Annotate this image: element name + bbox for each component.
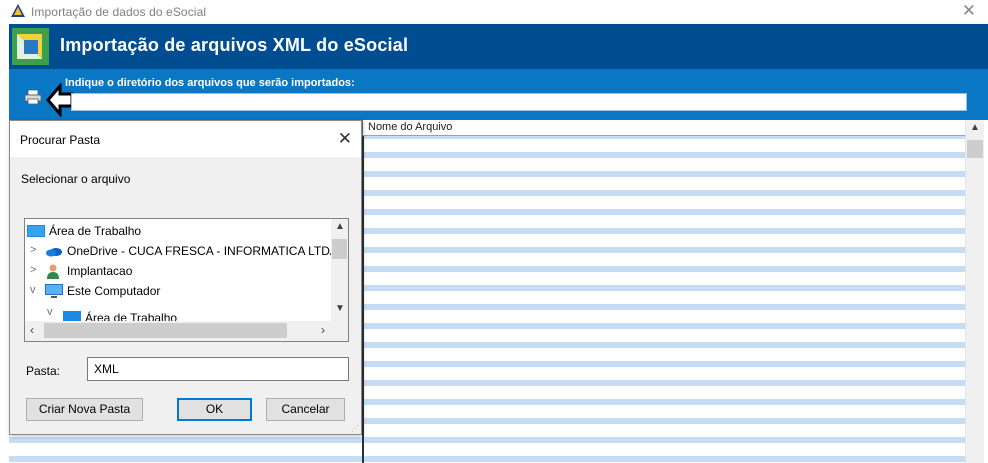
onedrive-cloud-icon: [46, 248, 62, 257]
scroll-down-arrow-icon[interactable]: ▼: [335, 303, 345, 314]
browse-folder-dialog: Procurar Pasta ✕ Selecionar o arquivo Ár…: [9, 120, 362, 435]
scroll-right-arrow-icon[interactable]: ›: [321, 323, 325, 337]
arrow-left-icon: [46, 83, 74, 117]
computer-icon: [45, 284, 63, 298]
user-folder-icon: [47, 264, 59, 279]
page-title: Importação de arquivos XML do eSocial: [60, 35, 409, 55]
app-header: Importação de arquivos XML do eSocial: [9, 24, 988, 69]
window-close-icon[interactable]: ✕: [962, 1, 976, 21]
dialog-title: Procurar Pasta: [20, 133, 101, 147]
tree-item-computer[interactable]: v Este Computador: [25, 281, 331, 301]
scroll-thumb[interactable]: [44, 323, 287, 338]
desktop-icon: [27, 225, 45, 237]
column-divider: [362, 136, 364, 463]
tree-item-label: Área de Trabalho: [49, 224, 142, 238]
grid-header: Nome do Arquivo: [362, 120, 965, 136]
tree-item-label: Área de Trabalho: [85, 311, 178, 321]
app-triangle-icon: [11, 4, 25, 17]
folder-tree[interactable]: Área de Trabalho > OneDrive - CUCA FRESC…: [24, 218, 349, 342]
new-folder-button[interactable]: Criar Nova Pasta: [26, 398, 143, 421]
folder-name-input[interactable]: [87, 357, 349, 381]
tree-item-desktop-sub[interactable]: v Área de Trabalho: [25, 303, 331, 321]
window-title: Importação de dados do eSocial: [31, 5, 207, 19]
printer-icon[interactable]: [25, 90, 41, 104]
expand-chevron-icon[interactable]: >: [30, 244, 36, 256]
directory-input[interactable]: [71, 93, 967, 111]
grid-vertical-scrollbar[interactable]: ▲: [965, 120, 984, 463]
tree-item-implantacao[interactable]: > Implantacao: [25, 261, 331, 281]
window-titlebar: Importação de dados do eSocial ✕: [0, 0, 988, 24]
scroll-up-arrow-icon[interactable]: ▲: [970, 122, 980, 133]
cancel-button[interactable]: Cancelar: [266, 398, 345, 421]
collapse-chevron-icon[interactable]: v: [30, 284, 36, 296]
tree-horizontal-scrollbar[interactable]: ‹ ›: [25, 321, 348, 341]
directory-label: Indique o diretório dos arquivos que ser…: [65, 77, 355, 89]
scroll-thumb[interactable]: [332, 239, 347, 259]
scroll-up-arrow-icon[interactable]: ▲: [335, 221, 345, 232]
scroll-left-arrow-icon[interactable]: ‹: [30, 323, 34, 337]
ok-button[interactable]: OK: [177, 398, 252, 421]
tree-item-onedrive[interactable]: > OneDrive - CUCA FRESCA - INFORMATICA L…: [25, 241, 331, 261]
dialog-close-icon[interactable]: ✕: [338, 129, 352, 149]
xml-import-logo-icon: [12, 28, 49, 65]
folder-label: Pasta:: [26, 364, 61, 378]
dialog-titlebar: Procurar Pasta ✕: [10, 121, 361, 157]
tree-item-desktop[interactable]: Área de Trabalho: [25, 221, 331, 241]
directory-band: Indique o diretório dos arquivos que ser…: [9, 69, 988, 120]
column-header-nome-do-arquivo[interactable]: Nome do Arquivo: [368, 121, 452, 133]
tree-item-label: Este Computador: [67, 284, 161, 298]
tree-vertical-scrollbar[interactable]: ▲ ▼: [331, 219, 348, 321]
dialog-instruction: Selecionar o arquivo: [21, 172, 131, 186]
tree-item-label: Implantacao: [67, 264, 133, 278]
collapse-chevron-icon[interactable]: v: [47, 306, 53, 318]
desktop-icon: [63, 311, 81, 321]
tree-item-label: OneDrive - CUCA FRESCA - INFORMATICA LTD…: [67, 244, 331, 258]
scroll-thumb[interactable]: [967, 140, 983, 158]
expand-chevron-icon[interactable]: >: [30, 264, 36, 276]
resize-grip-icon[interactable]: ⋰: [351, 424, 359, 433]
